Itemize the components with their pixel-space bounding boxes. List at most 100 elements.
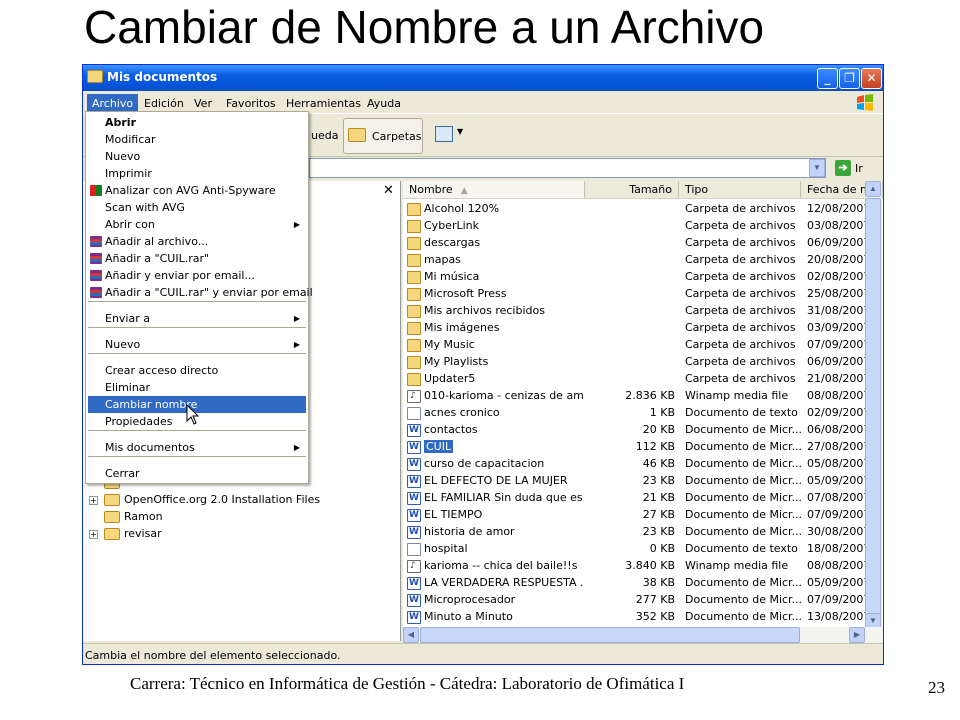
tree-item[interactable]: + revisar	[89, 525, 162, 542]
file-row[interactable]: LA VERDADERA RESPUESTA ... 38 KB Documento…	[403, 574, 881, 591]
menu-item[interactable]: Añadir a "CUIL.rar"	[88, 250, 306, 267]
menu-item[interactable]: Imprimir	[88, 165, 306, 182]
menu-item[interactable]: Añadir al archivo...	[88, 233, 306, 250]
go-arrow-icon[interactable]: ➔	[835, 160, 851, 176]
file-type: Carpeta de archivos	[685, 287, 796, 300]
file-row[interactable]: Mi música Carpeta de archivos 02/08/2007	[403, 268, 881, 285]
go-button[interactable]: Ir	[855, 162, 863, 175]
file-size: 277 KB	[635, 593, 675, 606]
mouse-cursor-icon	[186, 404, 200, 425]
column-header-size[interactable]: Tamaño	[585, 181, 679, 199]
file-row[interactable]: hospital 0 KB Documento de texto 18/08/2007	[403, 540, 881, 557]
folders-button[interactable]: Carpetas	[343, 118, 423, 154]
menu-item[interactable]: Analizar con AVG Anti-Spyware	[88, 182, 306, 199]
menu-item[interactable]: Scan with AVG	[88, 199, 306, 216]
menu-item[interactable]: Crear acceso directo	[88, 362, 306, 379]
file-date: 02/09/2007	[807, 406, 869, 419]
title-bar[interactable]: Mis documentos _ ❐ ✕	[83, 65, 883, 91]
file-row[interactable]: acnes cronico 1 KB Documento de texto 02/09…	[403, 404, 881, 421]
file-name: Mis imágenes	[424, 321, 500, 334]
file-row[interactable]: mapas Carpeta de archivos 20/08/2007	[403, 251, 881, 268]
file-row[interactable]: EL DEFECTO DE LA MUJER 23 KB Documento de …	[403, 472, 881, 489]
folder-icon	[407, 236, 421, 250]
file-name-cell: Mi música	[407, 268, 583, 285]
file-row[interactable]: 010-karioma - cenizas de amor 2.836 KB Win…	[403, 387, 881, 404]
chevron-down-icon: ▼	[457, 127, 464, 136]
file-row[interactable]: Microsoft Press Carpeta de archivos 25/08/…	[403, 285, 881, 302]
file-row[interactable]: Mis imágenes Carpeta de archivos 03/09/200…	[403, 319, 881, 336]
menu-item[interactable]: Eliminar	[88, 379, 306, 396]
file-row[interactable]: karioma -- chica del baile!!s 3.840 KB Win…	[403, 557, 881, 574]
column-header-type[interactable]: Tipo	[679, 181, 801, 199]
menu-item[interactable]: Cerrar	[88, 465, 306, 482]
menu-item[interactable]: Enviar a ▶	[88, 310, 306, 327]
tree-item[interactable]: + OpenOffice.org 2.0 Installation Files	[89, 491, 320, 508]
file-row[interactable]: EL TIEMPO 27 KB Documento de Micr... 07/09/…	[403, 506, 881, 523]
scroll-right-icon[interactable]: ▶	[849, 627, 865, 643]
tree-item[interactable]: Ramon	[104, 508, 163, 525]
menu-item-label: Cambiar nombre	[105, 398, 198, 411]
file-name-cell: historia de amor	[407, 523, 583, 540]
menu-item-label: Crear acceso directo	[105, 364, 219, 377]
file-name-cell: EL TIEMPO	[407, 506, 583, 523]
maximize-button[interactable]: ❐	[839, 68, 860, 89]
menu-item[interactable]: Abrir	[88, 114, 306, 131]
menu-item[interactable]: Modificar	[88, 131, 306, 148]
menu-item[interactable]: Nuevo ▶	[88, 336, 306, 353]
address-dropdown-icon[interactable]: ▼	[809, 159, 825, 177]
menu-item-label: Imprimir	[105, 167, 152, 180]
file-row[interactable]: Microprocesador 277 KB Documento de Micr..…	[403, 591, 881, 608]
file-type: Carpeta de archivos	[685, 219, 796, 232]
address-input[interactable]	[309, 158, 826, 178]
file-type: Documento de texto	[685, 542, 798, 555]
expand-icon[interactable]: +	[89, 529, 98, 539]
folder-icon	[407, 219, 421, 233]
file-row[interactable]: curso de capacitacion 46 KB Documento de M…	[403, 455, 881, 472]
file-row[interactable]: contactos 20 KB Documento de Micr... 06/08/…	[403, 421, 881, 438]
file-row[interactable]: CyberLink Carpeta de archivos 03/08/2007	[403, 217, 881, 234]
menu-item[interactable]: Nuevo	[88, 148, 306, 165]
file-name: acnes cronico	[424, 406, 500, 419]
word-document-icon	[407, 575, 421, 591]
close-pane-icon[interactable]: ✕	[383, 182, 394, 198]
file-row[interactable]: CUIL 112 KB Documento de Micr... 27/08/2007	[403, 438, 881, 455]
column-header-name[interactable]: Nombre ▲	[403, 181, 585, 199]
menu-item-label: Enviar a	[105, 312, 150, 325]
file-row[interactable]: Updater5 Carpeta de archivos 21/08/2007	[403, 370, 881, 387]
folders-icon	[348, 128, 366, 142]
file-row[interactable]: descargas Carpeta de archivos 06/09/2007	[403, 234, 881, 251]
file-row[interactable]: My Playlists Carpeta de archivos 06/09/200…	[403, 353, 881, 370]
scroll-up-icon[interactable]: ▲	[865, 181, 881, 197]
file-name: CyberLink	[424, 219, 479, 232]
menu-item[interactable]: Añadir y enviar por email...	[88, 267, 306, 284]
file-size: 3.840 KB	[625, 559, 675, 572]
file-date: 03/09/2007	[807, 321, 869, 334]
menu-item[interactable]: Mis documentos ▶	[88, 439, 306, 456]
word-document-icon	[407, 507, 421, 523]
scroll-left-icon[interactable]: ◀	[403, 627, 419, 643]
search-button-label[interactable]: ueda	[311, 129, 338, 142]
vertical-scrollbar[interactable]: ▲ ▼	[865, 181, 882, 630]
menu-item[interactable]: Abrir con ▶	[88, 216, 306, 233]
file-name-cell: 010-karioma - cenizas de amor	[407, 387, 583, 404]
views-button[interactable]: ▼	[433, 124, 465, 146]
expand-icon[interactable]: +	[89, 495, 98, 505]
horizontal-scrollbar[interactable]: ◀ ▶	[403, 627, 883, 643]
file-row[interactable]: Minuto a Minuto 352 KB Documento de Micr..…	[403, 608, 881, 625]
close-button[interactable]: ✕	[861, 68, 882, 89]
file-row[interactable]: Mis archivos recibidos Carpeta de archivo…	[403, 302, 881, 319]
minimize-button[interactable]: _	[817, 68, 838, 89]
file-row[interactable]: EL FAMILIAR Sin duda que es... 21 KB Docum…	[403, 489, 881, 506]
menu-item[interactable]: Añadir a "CUIL.rar" y enviar por email	[88, 284, 313, 301]
submenu-arrow-icon: ▶	[293, 443, 300, 452]
tree-item-label: OpenOffice.org 2.0 Installation Files	[124, 493, 321, 506]
scroll-thumb[interactable]	[865, 198, 881, 616]
file-name: EL DEFECTO DE LA MUJER	[424, 474, 568, 487]
file-name-cell: Minuto a Minuto	[407, 608, 583, 625]
scroll-thumb[interactable]	[420, 627, 800, 643]
menu-ayuda[interactable]: Ayuda	[362, 94, 406, 113]
file-row[interactable]: Alcohol 120% Carpeta de archivos 12/08/200…	[403, 200, 881, 217]
file-row[interactable]: My Music Carpeta de archivos 07/09/2007	[403, 336, 881, 353]
file-name-cell: My Playlists	[407, 353, 583, 370]
file-row[interactable]: historia de amor 23 KB Documento de Micr..…	[403, 523, 881, 540]
